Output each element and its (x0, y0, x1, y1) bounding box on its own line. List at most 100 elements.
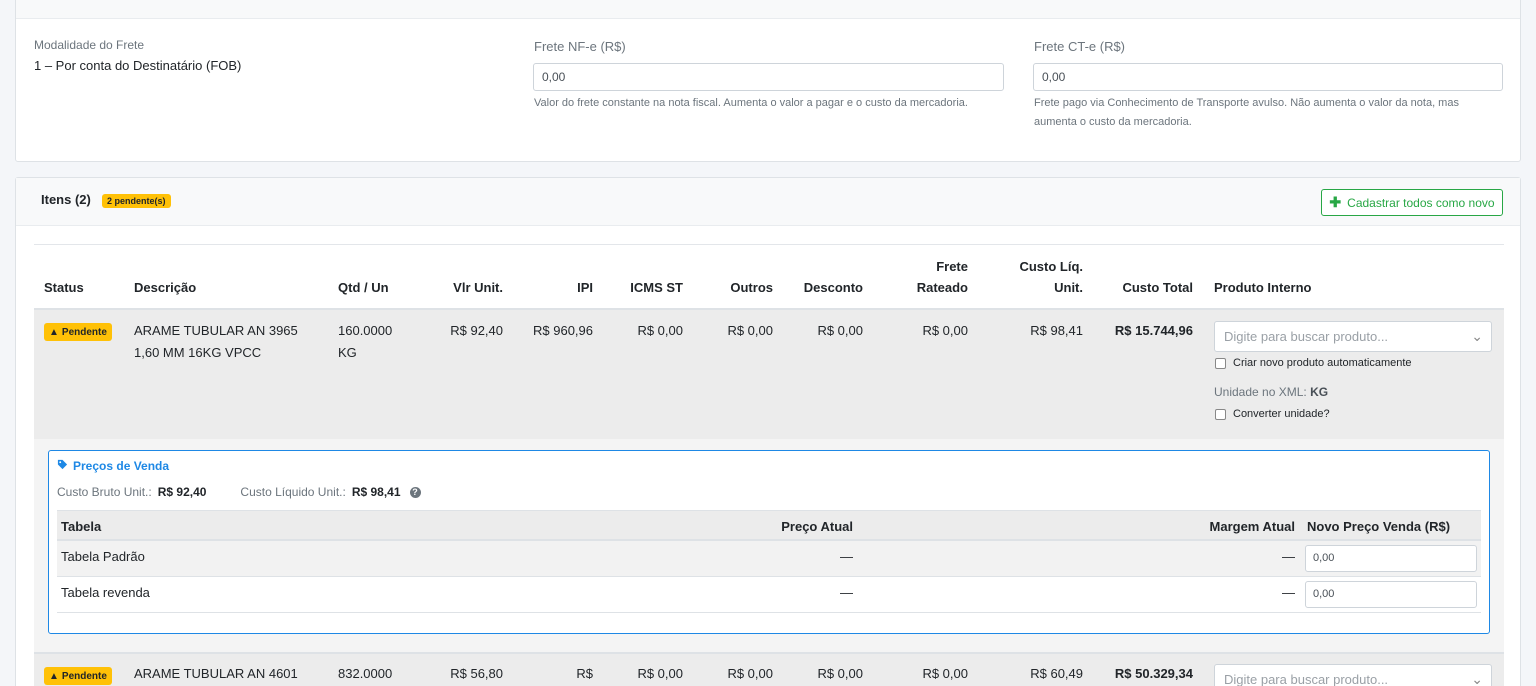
item-custo-liq: R$ 60,49 (1030, 666, 1083, 681)
transport-card: Modalidade do Frete 1 – Por conta do Des… (15, 0, 1521, 162)
item-outros: R$ 0,00 (727, 323, 773, 338)
xml-unit-value: KG (1310, 385, 1329, 399)
frete-cte-help: Frete pago via Conhecimento de Transport… (1034, 97, 1459, 128)
item-unit: KG (338, 345, 357, 360)
sale-prices-title: Preços de Venda (57, 459, 169, 473)
item-frete: R$ 0,00 (922, 666, 968, 681)
table-row: ▲ Pendente ARAME TUBULAR AN 3965 1,60 MM… (34, 308, 1504, 439)
net-cost-value: R$ 98,41 (351, 485, 401, 499)
table-row: ▲ Pendente ARAME TUBULAR AN 4601 832.000… (34, 652, 1504, 686)
convert-unit-checkbox[interactable]: Converter unidade? (1215, 408, 1330, 420)
modalidade-value: 1 – Por conta do Destinatário (FOB) (34, 58, 242, 73)
item-qtd: 832.0000 (338, 666, 393, 681)
warning-icon: ▲ (49, 670, 59, 682)
gross-cost-label: Custo Bruto Unit.: (57, 485, 152, 499)
net-cost-label: Custo Líquido Unit.: (240, 485, 346, 499)
product-search-placeholder: Digite para buscar produto... (1224, 672, 1389, 686)
new-price-input[interactable]: 0,00 (1305, 545, 1477, 572)
price-margin: — (1282, 549, 1295, 564)
th-desconto: Desconto (803, 280, 863, 295)
th-descricao: Descrição (134, 280, 197, 295)
add-all-new-button[interactable]: ✚ Cadastrar todos como novo (1321, 189, 1503, 216)
chevron-down-icon: ⌄ (1471, 671, 1483, 686)
product-search-placeholder: Digite para buscar produto... (1224, 329, 1389, 344)
modalidade-label: Modalidade do Frete (34, 38, 145, 52)
price-margin: — (1282, 585, 1295, 600)
item-ipi: R$ 960,96 (533, 323, 593, 338)
warning-icon: ▲ (49, 326, 59, 338)
divider (34, 244, 1504, 245)
th-frete-1: Frete (936, 259, 968, 274)
frete-nfe-input[interactable]: 0,00 (533, 63, 1004, 91)
item-desc-line1: ARAME TUBULAR AN 4601 (134, 666, 298, 681)
th-outros: Outros (730, 280, 773, 295)
th-ipi: IPI (577, 280, 593, 295)
product-search-select[interactable]: Digite para buscar produto... ⌄ (1214, 664, 1492, 686)
create-product-label: Criar novo produto automaticamente (1233, 357, 1412, 369)
price-table-name: Tabela Padrão (61, 549, 145, 564)
th-margem-atual: Margem Atual (1209, 519, 1295, 534)
create-product-checkbox[interactable]: Criar novo produto automaticamente (1215, 357, 1412, 369)
new-price-input[interactable]: 0,00 (1305, 581, 1477, 608)
item-custo-total: R$ 50.329,34 (1114, 666, 1193, 681)
xml-unit-label: Unidade no XML: (1214, 385, 1307, 399)
th-produto-interno: Produto Interno (1214, 280, 1312, 295)
item-icms-st: R$ 0,00 (637, 323, 683, 338)
help-icon[interactable]: ? (409, 486, 421, 498)
item-custo-liq: R$ 98,41 (1030, 323, 1083, 338)
item-desc-line1: ARAME TUBULAR AN 3965 (134, 323, 298, 338)
price-table-name: Tabela revenda (61, 585, 150, 600)
th-frete-2: Rateado (916, 280, 968, 295)
status-label: Pendente (61, 326, 107, 338)
item-custo-total: R$ 15.744,96 (1114, 323, 1193, 338)
sale-prices-title-text: Preços de Venda (73, 459, 170, 473)
th-qtd: Qtd / Un (338, 280, 389, 295)
frete-cte-label: Frete CT-e (R$) (1034, 39, 1126, 54)
item-outros: R$ 0,00 (727, 666, 773, 681)
product-search-select[interactable]: Digite para buscar produto... ⌄ (1214, 321, 1492, 352)
pending-count-badge: 2 pendente(s) (102, 194, 171, 208)
item-desc-line2: 1,60 MM 16KG VPCC (134, 345, 262, 360)
price-table-row: Tabela revenda — — 0,00 (57, 577, 1481, 613)
items-title: Itens (2) (41, 192, 91, 207)
price-table: Tabela Preço Atual Margem Atual Novo Pre… (57, 510, 1481, 613)
frete-cte-input[interactable]: 0,00 (1033, 63, 1503, 91)
th-tabela: Tabela (61, 519, 102, 534)
checkbox-box[interactable] (1215, 357, 1226, 369)
status-badge: ▲ Pendente (44, 667, 112, 685)
status-label: Pendente (61, 670, 107, 682)
item-desconto: R$ 0,00 (817, 323, 863, 338)
transport-card-header (16, 0, 1520, 19)
th-icms-st: ICMS ST (630, 280, 683, 295)
th-custo-liq-1: Custo Líq. (1019, 259, 1083, 274)
th-custo-total: Custo Total (1122, 280, 1193, 295)
xml-unit-info: Unidade no XML: KG (1214, 385, 1328, 399)
th-custo-liq-2: Unit. (1054, 280, 1083, 295)
th-status: Status (44, 280, 84, 295)
item-desconto: R$ 0,00 (817, 666, 863, 681)
item-icms-st: R$ 0,00 (637, 666, 683, 681)
chevron-down-icon: ⌄ (1471, 328, 1483, 344)
price-current: — (840, 585, 853, 600)
gross-cost-value: R$ 92,40 (157, 485, 207, 499)
th-novo-preco: Novo Preço Venda (R$) (1307, 519, 1451, 534)
price-table-row: Tabela Padrão — — 0,00 (57, 541, 1481, 577)
item-ipi: R$ (576, 666, 593, 681)
checkbox-box[interactable] (1215, 408, 1226, 420)
items-card-header: Itens (2) 2 pendente(s) ✚ Cadastrar todo… (16, 178, 1520, 226)
th-preco-atual: Preço Atual (781, 519, 853, 534)
frete-nfe-help: Valor do frete constante na nota fiscal.… (534, 97, 968, 109)
price-table-header: Tabela Preço Atual Margem Atual Novo Pre… (57, 510, 1481, 541)
price-current: — (840, 549, 853, 564)
add-all-new-label: Cadastrar todos como novo (1347, 195, 1495, 210)
frete-nfe-label: Frete NF-e (R$) (534, 39, 626, 54)
convert-unit-label: Converter unidade? (1233, 408, 1330, 420)
plus-icon: ✚ (1329, 194, 1342, 210)
item-vlr-unit: R$ 92,40 (450, 323, 503, 338)
status-badge: ▲ Pendente (44, 323, 112, 341)
items-card: Itens (2) 2 pendente(s) ✚ Cadastrar todo… (15, 177, 1521, 686)
item-vlr-unit: R$ 56,80 (450, 666, 503, 681)
item-qtd: 160.0000 (338, 323, 393, 338)
sale-prices-panel: Preços de Venda Custo Bruto Unit.: R$ 92… (48, 450, 1490, 634)
item-frete: R$ 0,00 (922, 323, 968, 338)
